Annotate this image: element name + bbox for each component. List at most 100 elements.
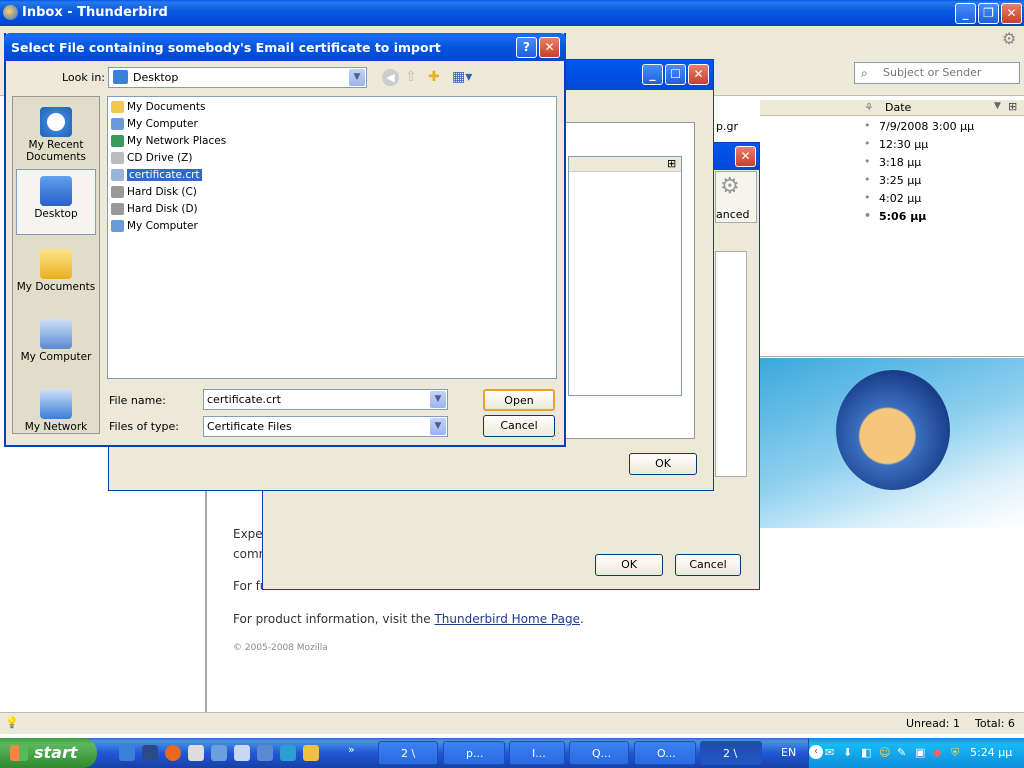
thunderbird-app-icon	[3, 5, 18, 20]
column-picker-icon[interactable]: ⊞	[1008, 100, 1017, 113]
new-folder-icon[interactable]: ✚	[428, 69, 440, 85]
options-cancel-button[interactable]: Cancel	[675, 554, 741, 576]
junk-column-icon[interactable]: ⚘	[864, 101, 874, 114]
table-row-unread[interactable]: • 5:06 μμ	[760, 207, 1024, 225]
tray-icon[interactable]: ◧	[861, 746, 871, 759]
task-thunderbird[interactable]: 2 \	[700, 741, 762, 765]
view-menu-icon[interactable]: ▦▾	[452, 69, 472, 85]
chevron-down-icon[interactable]: ▼	[430, 391, 446, 408]
total-count: Total: 6	[975, 717, 1015, 730]
quick-launch-icon[interactable]	[280, 745, 296, 761]
advanced-pane-tab[interactable]: ⚙ anced	[715, 171, 757, 223]
language-indicator[interactable]: EN	[781, 746, 796, 759]
up-folder-icon[interactable]: ⇧	[405, 69, 417, 85]
preview-text-1: Expe	[233, 527, 263, 541]
options-close-button[interactable]: ✕	[735, 146, 756, 167]
maximize-button[interactable]: ❐	[978, 3, 999, 24]
clock[interactable]: 5:24 μμ	[970, 746, 1012, 759]
file-dialog-close-button[interactable]: ✕	[539, 37, 560, 58]
firefox-icon[interactable]	[165, 745, 181, 761]
date-cell: 4:02 μμ	[879, 192, 922, 205]
quick-launch-icon[interactable]	[234, 745, 250, 761]
task-explorer[interactable]: 2 \	[378, 741, 438, 765]
start-button[interactable]: start	[0, 738, 97, 768]
computer-icon	[111, 220, 124, 232]
list-item[interactable]: My Network Places	[110, 133, 226, 149]
list-item[interactable]: My Computer	[110, 218, 198, 234]
table-row[interactable]: • 3:18 μμ	[760, 153, 1024, 171]
computer-icon	[40, 319, 72, 349]
network-tray-icon[interactable]: ▣	[915, 746, 925, 759]
tray-icon[interactable]: ⬇	[843, 746, 852, 759]
column-picker-icon[interactable]: ⊞	[667, 157, 676, 170]
task-i[interactable]: I...	[509, 741, 565, 765]
tray-icon[interactable]: ✎	[897, 746, 906, 759]
list-item[interactable]: My Documents	[110, 99, 205, 115]
ie-icon[interactable]	[119, 745, 135, 761]
tray-expand-icon[interactable]: ‹	[809, 745, 823, 759]
desktop-icon	[40, 176, 72, 206]
list-item[interactable]: CD Drive (Z)	[110, 150, 192, 166]
table-row[interactable]: • 3:25 μμ	[760, 171, 1024, 189]
chevron-more-icon[interactable]: »	[348, 743, 355, 756]
mail-icon[interactable]: ✉	[825, 746, 834, 759]
file-name-input[interactable]: certificate.crt ▼	[203, 389, 448, 410]
task-q[interactable]: Q...	[569, 741, 629, 765]
thunderbird-home-link[interactable]: Thunderbird Home Page	[434, 612, 580, 626]
folder-icon	[40, 249, 72, 279]
cert-ok-button[interactable]: OK	[629, 453, 697, 475]
minimize-button[interactable]: _	[955, 3, 976, 24]
file-name-label: File name:	[109, 394, 166, 407]
sort-chevron-down-icon[interactable]: ▼	[994, 101, 1001, 111]
thunderbird-quick-icon[interactable]	[303, 745, 319, 761]
place-my-computer[interactable]: My Computer	[13, 313, 99, 379]
tray-icon[interactable]: ◆	[933, 746, 941, 759]
chevron-down-icon[interactable]: ▼	[349, 69, 365, 86]
copyright-text: © 2005-2008 Mozilla	[233, 643, 328, 653]
chevron-down-icon[interactable]: ▼	[430, 418, 446, 435]
open-button[interactable]: Open	[483, 389, 555, 411]
cert-list-header: ⊞	[569, 157, 681, 172]
cancel-button[interactable]: Cancel	[483, 415, 555, 437]
quick-launch-icon[interactable]	[211, 745, 227, 761]
options-ok-button[interactable]: OK	[595, 554, 663, 576]
list-item-selected[interactable]: certificate.crt	[110, 167, 202, 183]
place-my-documents[interactable]: My Documents	[13, 243, 99, 309]
place-recent-documents[interactable]: My Recent Documents	[13, 101, 99, 167]
task-o[interactable]: O...	[634, 741, 696, 765]
tray-icon[interactable]: ☺	[879, 746, 890, 759]
search-input[interactable]: ⌕ Subject or Sender	[854, 62, 1020, 84]
list-item[interactable]: Hard Disk (C)	[110, 184, 197, 200]
task-p[interactable]: p...	[443, 741, 505, 765]
table-row[interactable]: • 12:30 μμ	[760, 135, 1024, 153]
cert-close-button[interactable]: ✕	[688, 64, 709, 85]
list-item[interactable]: Hard Disk (D)	[110, 201, 198, 217]
table-row[interactable]: • 7/9/2008 3:00 μμ	[760, 117, 1024, 135]
list-item[interactable]: My Computer	[110, 116, 198, 132]
date-cell: 12:30 μμ	[879, 138, 929, 151]
back-arrow-icon[interactable]: ◀	[382, 69, 399, 86]
options-content-panel	[715, 251, 747, 477]
date-column-header[interactable]: Date	[885, 101, 911, 114]
date-cell: 3:25 μμ	[879, 174, 922, 187]
security-shield-icon[interactable]: ⛨	[951, 746, 959, 760]
cert-maximize-button[interactable]: ☐	[665, 64, 686, 85]
gear-icon: ⚙	[720, 174, 740, 199]
quick-launch-icon[interactable]	[257, 745, 273, 761]
quick-launch-icon[interactable]	[142, 745, 158, 761]
certificate-file-icon	[111, 169, 124, 181]
hard-disk-icon	[111, 203, 124, 215]
look-in-select[interactable]: Desktop ▼	[108, 67, 367, 88]
close-button[interactable]: ✕	[1001, 3, 1022, 24]
thunderbird-logo-icon	[836, 370, 950, 490]
place-desktop[interactable]: Desktop	[16, 169, 96, 235]
cert-minimize-button[interactable]: _	[642, 64, 663, 85]
file-list: My Documents My Computer My Network Plac…	[107, 96, 557, 379]
help-button[interactable]: ?	[516, 37, 537, 58]
resize-grip-icon[interactable]: ⋰	[551, 432, 560, 442]
unread-count: Unread: 1	[906, 717, 960, 730]
quick-launch-icon[interactable]	[188, 745, 204, 761]
place-my-network[interactable]: My Network	[13, 383, 99, 449]
file-type-select[interactable]: Certificate Files ▼	[203, 416, 448, 437]
table-row[interactable]: • 4:02 μμ	[760, 189, 1024, 207]
